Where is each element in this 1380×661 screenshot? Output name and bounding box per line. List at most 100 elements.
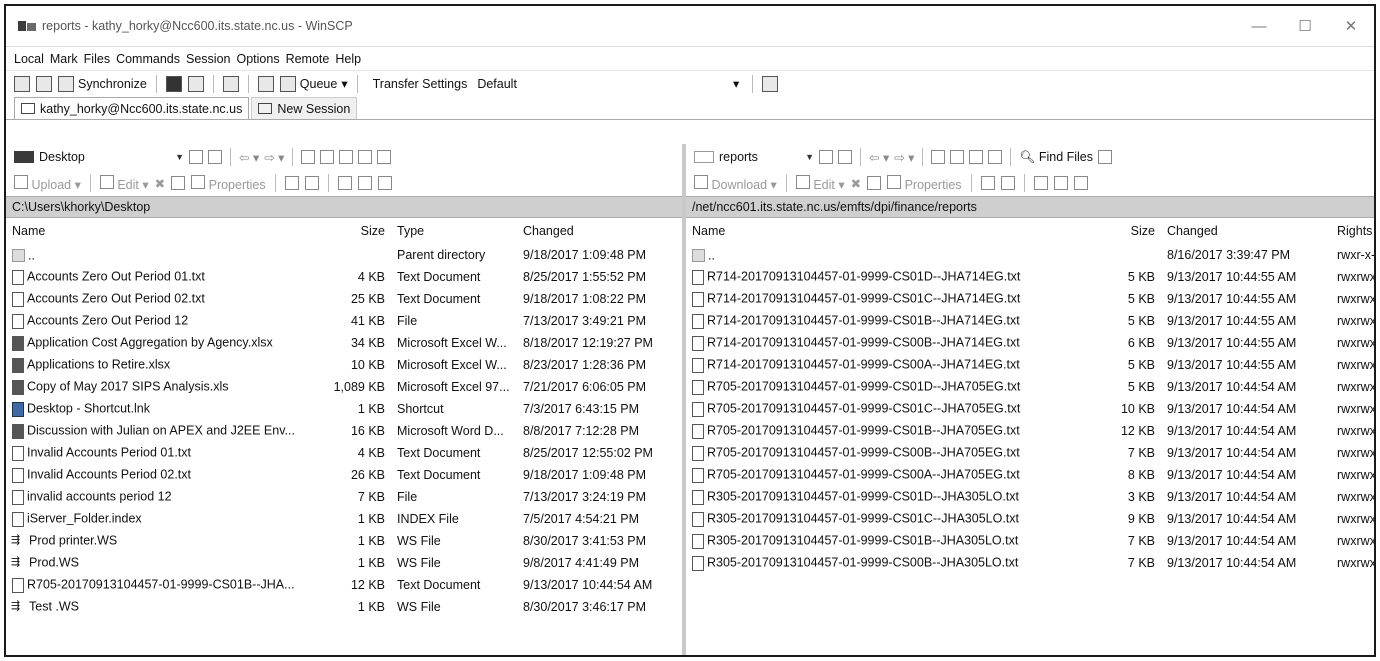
table-row[interactable]: Discussion with Julian on APEX and J2EE … <box>6 420 686 442</box>
open-directory-icon[interactable] <box>189 150 203 164</box>
menu-mark[interactable]: Mark <box>50 52 78 66</box>
root-directory-icon[interactable] <box>320 150 335 164</box>
local-edit-button[interactable]: Edit ▾ <box>99 174 149 192</box>
table-row[interactable]: R305-20170913104457-01-9999-CS01D--JHA30… <box>686 486 1374 508</box>
parent-directory-icon[interactable] <box>931 150 946 164</box>
back-arrow-icon[interactable]: ⇦ ▾ <box>239 150 259 165</box>
tab-new-session[interactable]: New Session <box>251 97 358 119</box>
local-browser-icon[interactable] <box>14 75 30 92</box>
column-size[interactable]: Size <box>1086 218 1161 244</box>
table-row[interactable]: R714-20170913104457-01-9999-CS01D--JHA71… <box>686 266 1374 288</box>
table-row[interactable]: R705-20170913104457-01-9999-CS01B--JHA..… <box>6 574 686 596</box>
home-icon[interactable] <box>339 150 354 164</box>
table-row[interactable]: Invalid Accounts Period 01.txt 4 KB Text D… <box>6 442 686 464</box>
table-row[interactable]: Applications to Retire.xlsx 10 KB Microsof… <box>6 354 686 376</box>
tree-view-icon[interactable] <box>1098 150 1113 164</box>
new-file-icon[interactable] <box>304 176 319 190</box>
menu-commands[interactable]: Commands <box>116 52 180 66</box>
open-directory-icon[interactable] <box>819 150 833 164</box>
upload-button[interactable]: Upload ▾ <box>14 174 81 192</box>
new-folder-icon[interactable] <box>980 176 995 190</box>
column-name[interactable]: Name <box>6 218 321 244</box>
tab-session-active[interactable]: kathy_horky@Ncc600.its.state.nc.us <box>14 97 250 119</box>
rename-icon[interactable] <box>867 176 882 190</box>
table-row[interactable]: Prod.WS 1 KB WS File 9/8/2017 4:41:49 PM <box>6 552 686 574</box>
table-row[interactable]: R714-20170913104457-01-9999-CS01B--JHA71… <box>686 310 1374 332</box>
forward-arrow-icon[interactable]: ⇨ ▾ <box>894 150 914 165</box>
table-row[interactable]: Accounts Zero Out Period 01.txt 4 KB Text … <box>6 266 686 288</box>
root-directory-icon[interactable] <box>950 150 965 164</box>
refresh-icon[interactable] <box>988 150 1003 164</box>
column-changed[interactable]: Changed <box>1161 218 1331 244</box>
column-rights[interactable]: Rights <box>1331 218 1374 244</box>
queue-button[interactable]: Queue ▾ <box>279 75 348 92</box>
table-row[interactable]: R305-20170913104457-01-9999-CS00B--JHA30… <box>686 552 1374 574</box>
filter-icon[interactable] <box>838 150 852 164</box>
select-by-mask-icon[interactable] <box>1073 176 1088 190</box>
filter-icon[interactable] <box>208 150 222 164</box>
unselect-all-icon[interactable] <box>357 176 372 190</box>
table-row[interactable]: Copy of May 2017 SIPS Analysis.xls 1,089 … <box>6 376 686 398</box>
compare-directories-icon[interactable] <box>36 75 52 92</box>
menu-files[interactable]: Files <box>84 52 110 66</box>
new-file-icon[interactable] <box>1000 176 1015 190</box>
table-row[interactable]: Accounts Zero Out Period 02.txt 25 KB Text… <box>6 288 686 310</box>
table-row[interactable]: R705-20170913104457-01-9999-CS01D--JHA70… <box>686 376 1374 398</box>
table-row[interactable]: .. Parent directory 9/18/2017 1:09:48 PM <box>6 244 686 266</box>
preferences-gear-icon[interactable] <box>257 75 274 92</box>
select-all-icon[interactable] <box>337 176 352 190</box>
table-row[interactable]: invalid accounts period 12 7 KB File 7/13/2… <box>6 486 686 508</box>
menu-help[interactable]: Help <box>335 52 361 66</box>
column-changed[interactable]: Changed <box>517 218 686 244</box>
remote-location-dropdown[interactable]: reports ▼ <box>694 147 814 167</box>
table-row[interactable]: Desktop - Shortcut.lnk 1 KB Shortcut 7/3/20… <box>6 398 686 420</box>
remote-properties-button[interactable]: Properties <box>887 174 962 192</box>
remote-edit-button[interactable]: Edit ▾ <box>795 174 845 192</box>
select-all-icon[interactable] <box>1033 176 1048 190</box>
local-properties-button[interactable]: Properties <box>191 174 266 192</box>
transfer-settings-select[interactable]: Default ▾ <box>473 75 743 93</box>
synchronize-button[interactable]: Synchronize <box>58 75 147 92</box>
column-size[interactable]: Size <box>321 218 391 244</box>
refresh-icon[interactable] <box>358 150 373 164</box>
forward-arrow-icon[interactable]: ⇨ ▾ <box>264 150 284 165</box>
table-row[interactable]: R714-20170913104457-01-9999-CS01C--JHA71… <box>686 288 1374 310</box>
table-row[interactable]: R705-20170913104457-01-9999-CS00B--JHA70… <box>686 442 1374 464</box>
table-row[interactable]: R705-20170913104457-01-9999-CS01B--JHA70… <box>686 420 1374 442</box>
table-row[interactable]: Accounts Zero Out Period 12 41 KB File 7/13… <box>6 310 686 332</box>
table-row[interactable]: R305-20170913104457-01-9999-CS01C--JHA30… <box>686 508 1374 530</box>
menu-remote[interactable]: Remote <box>286 52 330 66</box>
select-by-mask-icon[interactable] <box>377 176 392 190</box>
table-row[interactable]: Test .WS 1 KB WS File 8/30/2017 3:46:17 PM <box>6 596 686 618</box>
back-arrow-icon[interactable]: ⇦ ▾ <box>869 150 889 165</box>
table-row[interactable]: iServer_Folder.index 1 KB INDEX File 7/5/20… <box>6 508 686 530</box>
menu-local[interactable]: Local <box>14 52 44 66</box>
transfer-options-icon[interactable] <box>762 75 779 92</box>
table-row[interactable]: Invalid Accounts Period 02.txt 26 KB Text … <box>6 464 686 486</box>
column-name[interactable]: Name <box>686 218 1086 244</box>
console-icon[interactable] <box>165 75 182 92</box>
parent-directory-icon[interactable] <box>301 150 316 164</box>
download-button[interactable]: Download ▾ <box>694 174 777 192</box>
table-row[interactable]: R705-20170913104457-01-9999-CS00A--JHA70… <box>686 464 1374 486</box>
table-row[interactable]: .. 8/16/2017 3:39:47 PM rwxr-x- <box>686 244 1374 266</box>
tree-view-icon[interactable] <box>377 150 392 164</box>
menu-session[interactable]: Session <box>186 52 230 66</box>
delete-icon[interactable]: ✖ <box>155 176 165 191</box>
find-files-toolbar-icon[interactable] <box>222 75 239 92</box>
table-row[interactable]: Application Cost Aggregation by Agency.x… <box>6 332 686 354</box>
new-folder-icon[interactable] <box>284 176 299 190</box>
column-type[interactable]: Type <box>391 218 517 244</box>
table-row[interactable]: R305-20170913104457-01-9999-CS01B--JHA30… <box>686 530 1374 552</box>
minimize-button[interactable]: — <box>1236 6 1282 46</box>
table-row[interactable]: R705-20170913104457-01-9999-CS01C--JHA70… <box>686 398 1374 420</box>
unselect-all-icon[interactable] <box>1053 176 1068 190</box>
menu-options[interactable]: Options <box>236 52 279 66</box>
table-row[interactable]: R714-20170913104457-01-9999-CS00A--JHA71… <box>686 354 1374 376</box>
rename-icon[interactable] <box>171 176 186 190</box>
maximize-button[interactable]: ☐ <box>1282 6 1328 46</box>
table-row[interactable]: R714-20170913104457-01-9999-CS00B--JHA71… <box>686 332 1374 354</box>
home-icon[interactable] <box>969 150 984 164</box>
find-files-button[interactable]: 🔍︎ Find Files <box>1019 150 1093 165</box>
close-button[interactable]: ✕ <box>1328 6 1374 46</box>
